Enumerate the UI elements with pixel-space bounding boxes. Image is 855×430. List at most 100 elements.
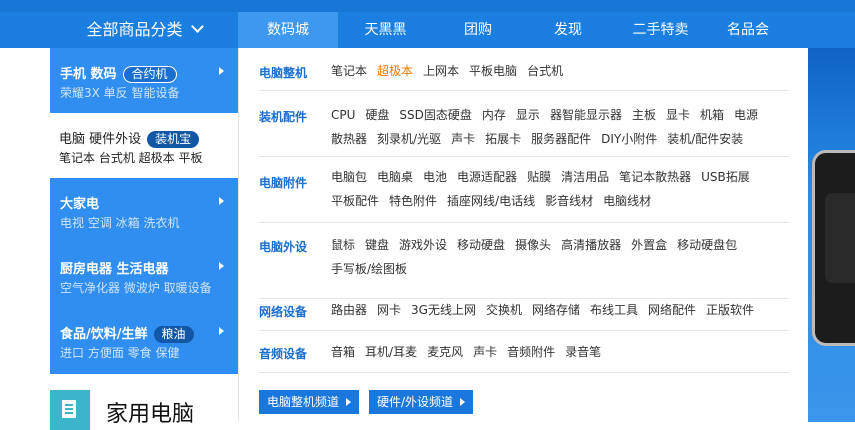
floor-title: 家用电脑 [106,402,195,427]
link-item[interactable]: USB拓展 [701,165,750,189]
link-item[interactable]: 外置盒 [631,233,667,257]
link-item[interactable]: 插座网线/电话线 [447,189,535,213]
link-item[interactable]: 拓展卡 [485,127,521,151]
link-item[interactable]: 电脑线材 [603,189,651,213]
link-item[interactable]: 声卡 [451,127,475,151]
chevron-right-icon [219,327,224,335]
row-links: 鼠标 键盘 游戏外设 移动硬盘 摄像头 高清播放器 外置盒 移动硬盘包手写板/绘图板 [331,233,781,281]
link-item[interactable]: 电池 [423,165,447,189]
link-item[interactable]: 散热器 [331,127,367,151]
all-categories-button[interactable]: 全部商品分类 [50,12,238,48]
link-item[interactable]: 电脑桌 [377,165,413,189]
row-links: CPU 硬盘 SSD固态硬盘 内存 显示 器智能显示器 主板 显卡 机箱 电源散热器 刻录机/光驱声… [331,103,781,151]
link-item[interactable]: 电源适配器 [457,165,517,189]
sidebar-item-label: 食品/饮料/生鲜 [60,327,148,342]
sidebar-item-subtitle: 荣耀3X 单反 智能设备 [60,86,180,100]
link-item[interactable]: 摄像头 [515,233,551,257]
link-item[interactable]: DIY小附件 [601,127,657,151]
computer-channel-button[interactable]: 电脑整机频道 [259,390,360,414]
sidebar-item-subtitle: 进口 方便面 零食 保健 [60,346,180,360]
link-item[interactable]: 鼠标 [331,233,355,257]
row-title[interactable]: 电脑附件 [259,174,307,191]
tab-tianheihei[interactable]: 天黑黑 [338,12,433,48]
badge-build-kit[interactable]: 装机宝 [147,131,200,148]
link-item[interactable]: 显卡 [666,103,690,127]
row-links: 笔记本 超极本 上网本 平板电脑 台式机 [331,59,781,83]
tab-discover[interactable]: 发现 [523,12,613,48]
link-item[interactable]: 平板电脑 [469,59,517,83]
link-item[interactable]: 移动硬盘 [457,233,505,257]
link-item[interactable]: 器智能显示器 [550,103,622,127]
link-item[interactable]: 电源 [734,103,758,127]
category-dropdown-panel: 电脑整机 笔记本 超极本 上网本 平板电脑 台式机 装机配件 CPU 硬盘 SSD固态硬盘内… [238,48,809,422]
sidebar-item-phone-digital[interactable]: 手机 数码 合约机 荣耀3X 单反 智能设备 [50,48,238,113]
link-item[interactable]: 主板 [632,103,656,127]
row-title[interactable]: 网络设备 [259,303,307,320]
link-item[interactable]: 笔记本散热器 [619,165,691,189]
link-item[interactable]: 网络存储 [532,298,580,322]
link-item[interactable]: 上网本 [423,59,459,83]
link-item[interactable]: 笔记本 [331,59,367,83]
badge-grain-oil[interactable]: 粮油 [153,326,194,343]
link-item[interactable]: 高清播放器 [561,233,621,257]
row-links: 电脑包 电脑桌 电池 电源适配器 贴膜 清洁用品 笔记本散热器 USB拓展平板配件 特色附件 插座… [331,165,781,213]
link-item[interactable]: 手写板/绘图板 [331,257,407,281]
tab-brand[interactable]: 名品会 [708,12,788,48]
link-item-highlight[interactable]: 超极本 [377,59,413,83]
row-title[interactable]: 电脑整机 [259,64,307,81]
sidebar-item-kitchen[interactable]: 厨房电器 生活电器 空气净化器 微波炉 取暖设备 [50,243,238,308]
link-item[interactable]: 清洁用品 [561,165,609,189]
category-sidebar: 手机 数码 合约机 荣耀3X 单反 智能设备 电脑 硬件外设 装机宝 笔记本 台式机… [49,48,239,374]
link-item[interactable]: 网络配件 [648,298,696,322]
link-item[interactable]: 服务器配件 [531,127,591,151]
link-item[interactable]: 硬盘 [365,103,389,127]
link-item[interactable]: 游戏外设 [399,233,447,257]
link-item[interactable]: 移动硬盘包 [677,233,737,257]
link-item[interactable]: 机箱 [700,103,724,127]
link-item[interactable]: CPU [331,103,355,127]
row-peripherals: 电脑外设 鼠标 键盘 游戏外设 移动硬盘 摄像头 高清播放器 外置盒 移动硬盘包手写板/绘图板 [259,222,789,299]
badge-contract-phone[interactable]: 合约机 [122,66,177,83]
link-item[interactable]: 交换机 [486,298,522,322]
link-item[interactable]: 显示 [516,103,540,127]
link-item[interactable]: 录音笔 [565,340,601,364]
link-item[interactable]: 平板配件 [331,189,379,213]
link-item[interactable]: 键盘 [365,233,389,257]
row-network: 网络设备 路由器 网卡 3G无线上网 交换机 网络存储 布线工具 网络配件 正版软件 [259,298,789,331]
link-item[interactable]: 布线工具 [590,298,638,322]
link-item[interactable]: 路由器 [331,298,367,322]
hardware-channel-button[interactable]: 硬件/外设频道 [369,390,474,414]
row-links: 路由器 网卡 3G无线上网 交换机 网络存储 布线工具 网络配件 正版软件 [331,298,781,322]
link-item[interactable]: 耳机/耳麦 [365,340,417,364]
tab-digital-city[interactable]: 数码城 [238,12,338,48]
link-item[interactable]: 麦克风 [427,340,463,364]
link-item[interactable]: 正版软件 [706,298,754,322]
link-item[interactable]: 电脑包 [331,165,367,189]
sidebar-item-computer[interactable]: 电脑 硬件外设 装机宝 笔记本 台式机 超极本 平板 [49,113,239,178]
chevron-down-icon [190,20,204,33]
link-item[interactable]: 台式机 [527,59,563,83]
link-item[interactable]: 刻录机/光驱 [377,127,441,151]
link-item[interactable]: 装机/配件安装 [667,127,743,151]
link-item[interactable]: 内存 [482,103,506,127]
sidebar-item-subtitle: 电视 空调 冰箱 洗衣机 [60,216,180,230]
sidebar-item-appliances[interactable]: 大家电 电视 空调 冰箱 洗衣机 [50,178,238,243]
link-item[interactable]: SSD固态硬盘 [399,103,471,127]
link-item[interactable]: 声卡 [473,340,497,364]
row-audio: 音频设备 音箱 耳机/耳麦 麦克风 声卡 音频附件 录音笔 [259,330,789,373]
row-title[interactable]: 音频设备 [259,345,307,362]
link-item[interactable]: 贴膜 [527,165,551,189]
row-title[interactable]: 电脑外设 [259,238,307,255]
link-item[interactable]: 影音线材 [545,189,593,213]
link-item[interactable]: 3G无线上网 [411,298,476,322]
sidebar-item-label: 手机 数码 [60,67,117,82]
link-item[interactable]: 网卡 [377,298,401,322]
link-item[interactable]: 音频附件 [507,340,555,364]
tab-second-hand[interactable]: 二手特卖 [613,12,708,48]
link-item[interactable]: 音箱 [331,340,355,364]
sidebar-item-food[interactable]: 食品/饮料/生鲜 粮油 进口 方便面 零食 保健 [50,308,238,373]
tab-group-buy[interactable]: 团购 [433,12,523,48]
top-stripe [0,0,855,12]
row-title[interactable]: 装机配件 [259,108,307,125]
link-item[interactable]: 特色附件 [389,189,437,213]
